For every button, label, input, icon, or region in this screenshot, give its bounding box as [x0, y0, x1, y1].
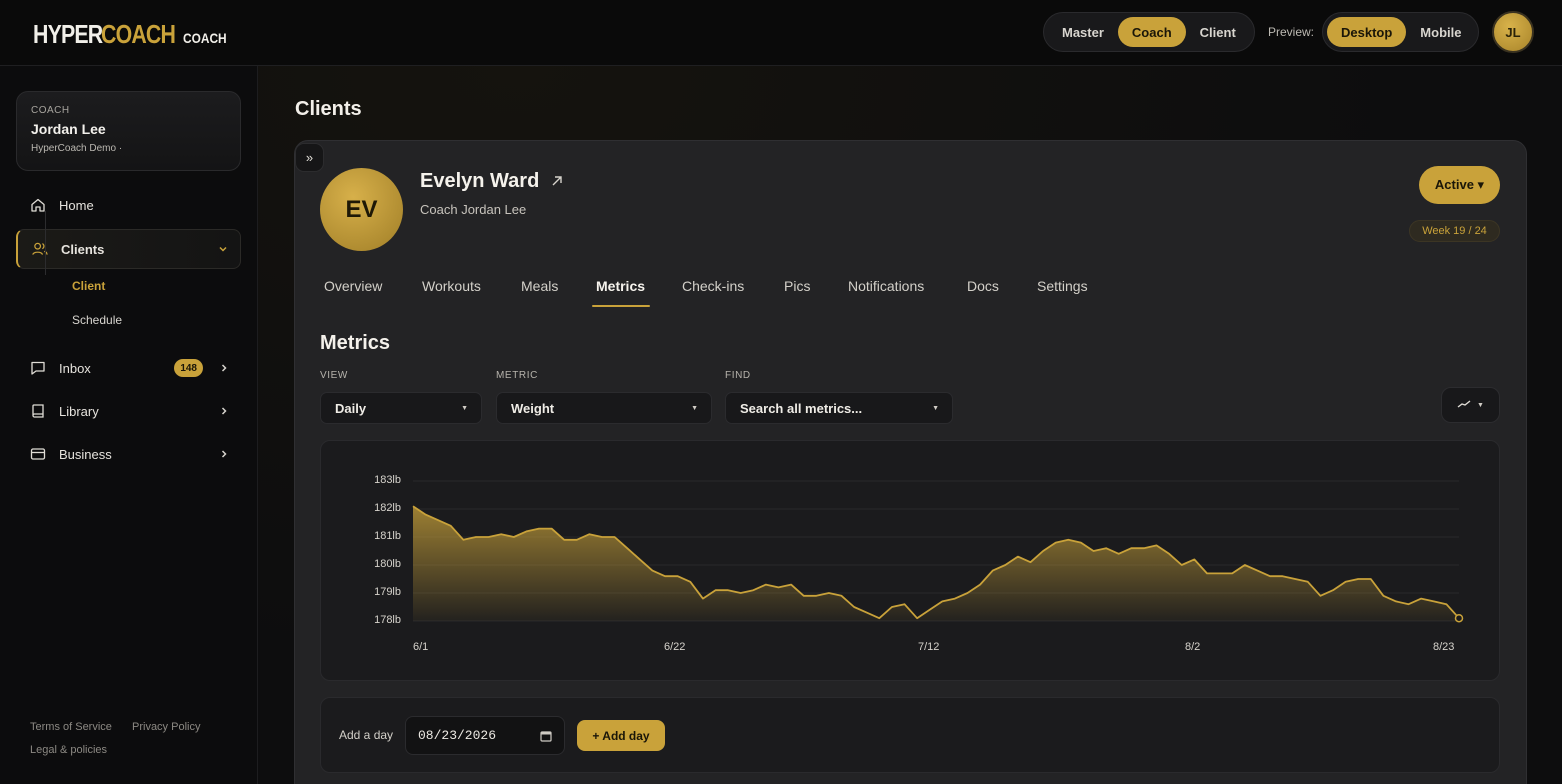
- privacy-link[interactable]: Privacy Policy: [132, 721, 200, 733]
- card-icon: [30, 446, 46, 462]
- sidebar-item-label: Inbox: [59, 360, 91, 376]
- role-switch: Master Coach Client: [1043, 12, 1255, 52]
- role-coach-button[interactable]: Coach: [1117, 17, 1186, 47]
- section-title: Metrics: [320, 332, 391, 354]
- x-tick-label: 7/12: [918, 641, 940, 653]
- sidebar-item-business[interactable]: Business: [16, 434, 241, 474]
- user-avatar[interactable]: JL: [1492, 11, 1534, 53]
- tab-check-ins[interactable]: Check-ins: [682, 278, 744, 294]
- caret-down-icon: ▼: [1477, 401, 1484, 409]
- chart-container: [320, 440, 1500, 681]
- sidebar-item-home[interactable]: Home: [16, 185, 241, 225]
- x-tick-label: 6/22: [664, 641, 686, 653]
- client-avatar: EV: [320, 168, 403, 251]
- tab-metrics[interactable]: Metrics: [596, 278, 645, 294]
- chart-type-toggle[interactable]: ▼: [1441, 387, 1500, 423]
- add-day-button[interactable]: + Add day: [577, 720, 665, 751]
- coach-card-org: HyperCoach Demo ·: [31, 143, 123, 154]
- line-chart-icon: [1457, 399, 1471, 411]
- chevron-down-icon[interactable]: [218, 241, 228, 257]
- logo-main: HYPER: [33, 19, 103, 49]
- chevron-right-icon[interactable]: [219, 446, 229, 462]
- view-label: VIEW: [320, 370, 348, 381]
- client-name: Evelyn Ward: [420, 170, 540, 192]
- sidebar-item-label: Clients: [61, 241, 105, 257]
- sidebar-item-library[interactable]: Library: [16, 391, 241, 431]
- preview-mobile-button[interactable]: Mobile: [1406, 17, 1475, 47]
- x-tick-label: 6/1: [413, 641, 429, 653]
- sidebar-subitem-client[interactable]: Client: [72, 279, 105, 293]
- page-title: Clients: [295, 98, 362, 120]
- tab-overview[interactable]: Overview: [324, 278, 382, 294]
- sidebar-item-inbox[interactable]: Inbox 148: [16, 348, 241, 388]
- metric-label: METRIC: [496, 370, 538, 381]
- collapse-button[interactable]: »: [295, 143, 324, 172]
- logo-accent: COACH: [100, 19, 176, 49]
- x-tick-label: 8/23: [1433, 641, 1455, 653]
- sidebar-item-label: Home: [59, 197, 94, 213]
- week-badge: Week 19 / 24: [1409, 220, 1500, 242]
- coach-card[interactable]: COACH Jordan Lee HyperCoach Demo ·: [16, 91, 241, 171]
- caret-down-icon: ▼: [691, 404, 698, 412]
- metric-select[interactable]: Weight ▼: [496, 392, 712, 424]
- preview-switch: Desktop Mobile: [1322, 12, 1479, 52]
- tab-workouts[interactable]: Workouts: [422, 278, 481, 294]
- tab-meals[interactable]: Meals: [521, 278, 558, 294]
- sidebar-subitem-schedule[interactable]: Schedule: [72, 313, 122, 327]
- inbox-count-badge: 148: [174, 359, 203, 377]
- y-tick-label: 179lb: [374, 586, 401, 598]
- y-tick-label: 178lb: [374, 614, 401, 626]
- chat-icon: [30, 360, 46, 376]
- find-label: FIND: [725, 370, 751, 381]
- find-select-value: Search all metrics...: [740, 400, 863, 416]
- clients-subnav-line: [45, 211, 46, 275]
- metric-select-value: Weight: [511, 400, 555, 416]
- y-tick-label: 183lb: [374, 474, 401, 486]
- caret-down-icon: ▼: [461, 404, 468, 412]
- tab-pics[interactable]: Pics: [784, 278, 810, 294]
- preview-label: Preview:: [1268, 25, 1315, 39]
- external-link-icon[interactable]: [550, 174, 564, 193]
- active-tab-indicator: [592, 305, 650, 307]
- find-select[interactable]: Search all metrics... ▼: [725, 392, 953, 424]
- role-master-button[interactable]: Master: [1048, 17, 1118, 47]
- calendar-icon[interactable]: [540, 730, 552, 746]
- tab-settings[interactable]: Settings: [1037, 278, 1088, 294]
- client-coach: Coach Jordan Lee: [420, 202, 527, 217]
- status-dropdown[interactable]: Active ▾: [1419, 166, 1500, 204]
- terms-link[interactable]: Terms of Service: [30, 721, 112, 733]
- tab-docs[interactable]: Docs: [967, 278, 999, 294]
- top-bar: HYPER COACH COACH Master Coach Client Pr…: [0, 0, 1562, 66]
- book-icon: [30, 403, 46, 419]
- x-tick-label: 8/2: [1185, 641, 1201, 653]
- chevron-right-icon[interactable]: [219, 403, 229, 419]
- date-input[interactable]: 08/23/2026: [405, 716, 565, 755]
- caret-down-icon: ▼: [932, 404, 939, 412]
- sidebar-item-clients[interactable]: Clients: [16, 229, 241, 269]
- view-select-value: Daily: [335, 400, 367, 416]
- y-tick-label: 180lb: [374, 558, 401, 570]
- role-client-button[interactable]: Client: [1186, 17, 1250, 47]
- home-icon: [30, 197, 46, 213]
- coach-card-name: Jordan Lee: [31, 121, 106, 137]
- sidebar-item-label: Business: [59, 446, 112, 462]
- legal-link[interactable]: Legal & policies: [30, 744, 107, 756]
- chevron-right-icon[interactable]: [219, 360, 229, 376]
- add-day-label: Add a day: [339, 728, 394, 742]
- brand-logo[interactable]: HYPER COACH COACH: [33, 19, 234, 50]
- y-tick-label: 182lb: [374, 502, 401, 514]
- date-value: 08/23/2026: [418, 728, 497, 743]
- sidebar-item-label: Library: [59, 403, 99, 419]
- logo-role: COACH: [182, 30, 227, 46]
- y-tick-label: 181lb: [374, 530, 401, 542]
- view-select[interactable]: Daily ▼: [320, 392, 482, 424]
- coach-card-kicker: COACH: [31, 105, 70, 116]
- preview-desktop-button[interactable]: Desktop: [1327, 17, 1407, 47]
- tab-notifications[interactable]: Notifications: [848, 278, 924, 294]
